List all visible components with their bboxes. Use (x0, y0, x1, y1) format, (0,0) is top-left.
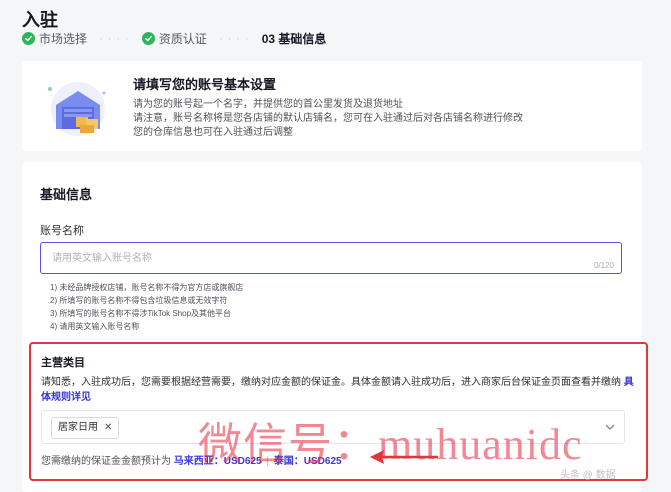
intro-line: 您的仓库信息也可在入驻通过后调整 (133, 127, 293, 138)
step-indicator: 市场选择 · · · · 资质认证 · · · · 03 基础信息 (22, 30, 326, 47)
rule-item: 2) 所填写的账号名称不得包含垃圾信息或无效字符 (50, 296, 228, 305)
deposit-prefix: 您需缴纳的保证金金额预计为 (41, 456, 171, 467)
step-basic-info: 03 基础信息 (262, 30, 327, 47)
account-name-field[interactable]: 0/120 (40, 242, 622, 274)
step-label: 资质认证 (158, 32, 207, 46)
page-title: 入驻 (22, 10, 58, 30)
deposit-notice-text: 请知悉，入驻成功后，您需要根据经营需要，缴纳对应金额的保证金。具体金额请入驻成功… (41, 377, 621, 388)
deposit-thailand: 泰国：USD625 (273, 456, 342, 467)
rule-item: 1) 未经品牌授权店铺，账号名称不得为官方店或旗舰店 (50, 283, 244, 292)
deposit-notice: 请知悉，入驻成功后，您需要根据经营需要，缴纳对应金额的保证金。具体金额请入驻成功… (41, 375, 641, 405)
deposit-estimate: 您需缴纳的保证金金额预计为 马来西亚：USD625 | 泰国：USD625 (41, 452, 342, 467)
step-separator: · · · · (218, 32, 250, 45)
step-separator: · · · · (99, 32, 130, 45)
rule-item: 4) 请用英文输入账号名称 (50, 322, 140, 331)
warehouse-illustration-icon (48, 82, 106, 136)
category-tag-label: 居家日用 (58, 422, 98, 433)
section-title: 基础信息 (40, 187, 93, 202)
chevron-down-icon[interactable] (604, 421, 616, 433)
check-circle-icon (22, 32, 35, 45)
intro-line: 请注意，账号名称将是您各店铺的默认店铺名，您可在入驻通过后对各店铺名称进行修改 (133, 113, 523, 124)
account-name-label: 账号名称 (40, 225, 84, 237)
intro-line: 请为您的账号起一个名字，并提供您的首公里发货及退货地址 (133, 99, 403, 110)
deposit-malaysia: 马来西亚：USD625 (173, 456, 262, 467)
char-counter: 0/120 (593, 261, 614, 270)
main-category-section: 主营类目 请知悉，入驻成功后，您需要根据经营需要，缴纳对应金额的保证金。具体金额… (29, 342, 648, 481)
step-market: 市场选择 (22, 30, 87, 47)
arrow-left-icon (370, 450, 438, 464)
rule-item: 3) 所填写的账号名称不得涉TikTok Shop及其他平台 (50, 309, 232, 318)
category-select[interactable]: 居家日用 ✕ (41, 410, 625, 444)
intro-card: 请填写您的账号基本设置 请为您的账号起一个名字，并提供您的首公里发货及退货地址 … (22, 61, 642, 151)
account-name-input[interactable] (50, 252, 554, 265)
category-tag: 居家日用 ✕ (51, 417, 120, 439)
check-circle-icon (141, 32, 155, 45)
corner-watermark: 头条 @ 数据 (560, 470, 616, 481)
category-label: 主营类目 (41, 357, 85, 369)
step-label: 市场选择 (39, 32, 88, 46)
step-qualification: 资质认证 (141, 30, 207, 47)
intro-title: 请填写您的账号基本设置 (133, 77, 277, 92)
deposit-separator: | (266, 456, 269, 467)
close-icon[interactable]: ✕ (104, 418, 112, 438)
step-label: 03 基础信息 (261, 32, 327, 46)
